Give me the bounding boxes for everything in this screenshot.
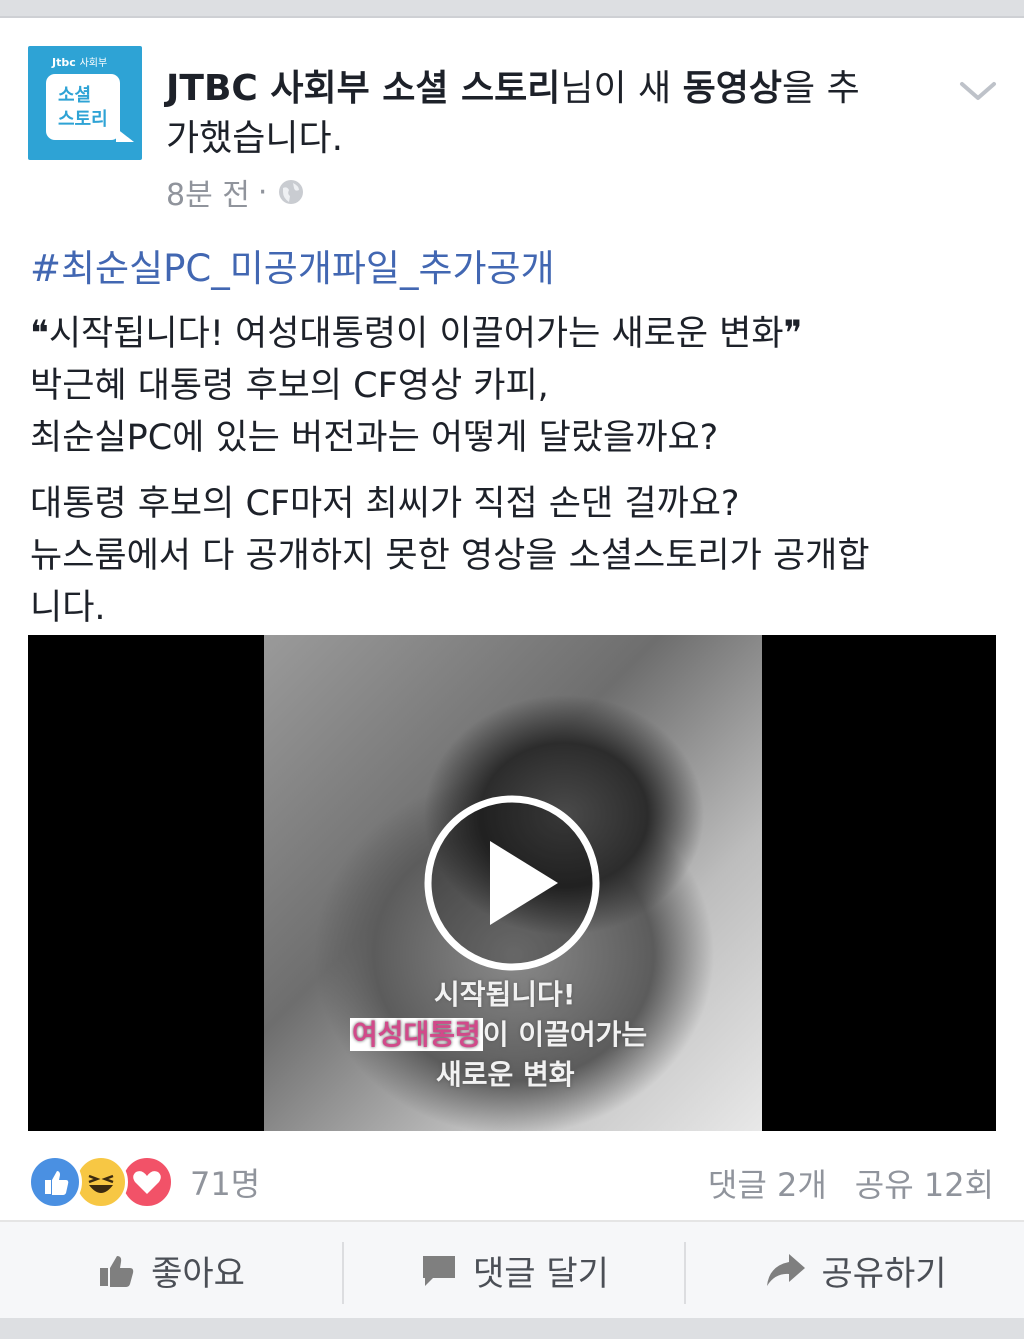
- engagement-stats: 댓글 2개 공유 12회: [680, 1160, 994, 1206]
- share-arrow-icon: [767, 1254, 806, 1286]
- paragraph-line: 대통령 후보의 CF마저 최씨가 직접 손댄 걸까요?: [30, 484, 740, 524]
- comment-count[interactable]: 댓글 2개: [708, 1166, 827, 1204]
- title-text-end: 을 추: [782, 68, 860, 109]
- haha-react-icon: [74, 1155, 128, 1209]
- comment-label: 댓글 달기: [473, 1253, 609, 1294]
- globe-icon: [279, 180, 304, 204]
- top-strip: [0, 0, 1024, 18]
- chevron-down-icon[interactable]: [958, 76, 998, 106]
- page-name-link[interactable]: JTBC 사회부 소셜 스토리: [166, 68, 560, 109]
- reaction-count[interactable]: 71명: [190, 1159, 260, 1205]
- share-button[interactable]: 공유하기: [686, 1222, 1024, 1318]
- video-caption-line1: 시작됩니다!: [434, 978, 576, 1011]
- page-avatar[interactable]: Jtbc 사회부 소셜 스토리: [28, 46, 142, 160]
- like-react-icon: [28, 1155, 82, 1209]
- paragraph-line: ❝시작됩니다! 여성대통령이 이끌어가는 새로운 변화❞: [30, 314, 803, 354]
- paragraph-line: 최순실PC에 있는 버전과는 어떻게 달랐을까요?: [30, 418, 719, 458]
- feed-post: Jtbc 사회부 소셜 스토리 JTBC 사회부 소셜 스토리님이 새 동영상을…: [0, 18, 1024, 1318]
- share-label: 공유하기: [821, 1253, 947, 1294]
- like-button[interactable]: 좋아요: [0, 1222, 342, 1318]
- post-timestamp[interactable]: 8분 전: [166, 170, 250, 214]
- thumbs-up-icon: [100, 1256, 134, 1287]
- comment-button[interactable]: 댓글 달기: [344, 1222, 684, 1318]
- avatar-logo-text: 소셜 스토리: [58, 85, 108, 130]
- share-count[interactable]: 공유 12회: [855, 1166, 994, 1204]
- avatar-brand: Jtbc 사회부: [52, 56, 108, 69]
- post-title: JTBC 사회부 소셜 스토리님이 새 동영상을 추 가했습니다.: [166, 64, 926, 164]
- bottom-strip: [0, 1318, 1024, 1339]
- video-caption-line3: 새로운 변화: [436, 1058, 575, 1091]
- comment-icon: [423, 1256, 456, 1286]
- video-caption-rest: 이 이끌어가는: [482, 1018, 648, 1051]
- meta-separator: ·: [257, 174, 268, 210]
- reaction-summary[interactable]: 71명: [28, 1155, 260, 1209]
- post-paragraph-1: ❝시작됩니다! 여성대통령이 이끌어가는 새로운 변화❞ 박근혜 대통령 후보의…: [30, 308, 1000, 464]
- video-caption-highlight: 여성대통령: [350, 1018, 483, 1051]
- action-bar: 좋아요 댓글 달기 공유하기: [0, 1222, 1024, 1318]
- post-paragraph-2: 대통령 후보의 CF마저 최씨가 직접 손댄 걸까요? 뉴스룸에서 다 공개하지…: [30, 478, 1000, 634]
- video-link[interactable]: 동영상: [683, 68, 782, 109]
- video-caption-line2: 여성대통령이 이끌어가는: [350, 1013, 647, 1053]
- paragraph-line: 박근혜 대통령 후보의 CF영상 카피,: [30, 366, 549, 406]
- paragraph-line: 니다.: [30, 588, 106, 628]
- love-react-icon: [120, 1155, 174, 1209]
- paragraph-line: 뉴스룸에서 다 공개하지 못한 영상을 소셜스토리가 공개합: [30, 536, 870, 576]
- title-text-mid: 님이 새: [560, 68, 683, 109]
- title-text-line2: 가했습니다.: [166, 118, 344, 159]
- play-icon[interactable]: [422, 793, 602, 973]
- video-player[interactable]: 시작됩니다! 여성대통령이 이끌어가는 새로운 변화: [28, 635, 996, 1131]
- like-label: 좋아요: [151, 1253, 245, 1294]
- hashtag-link[interactable]: #최순실PC_미공개파일_추가공개: [30, 238, 555, 292]
- post-meta: 8분 전 ·: [166, 170, 305, 214]
